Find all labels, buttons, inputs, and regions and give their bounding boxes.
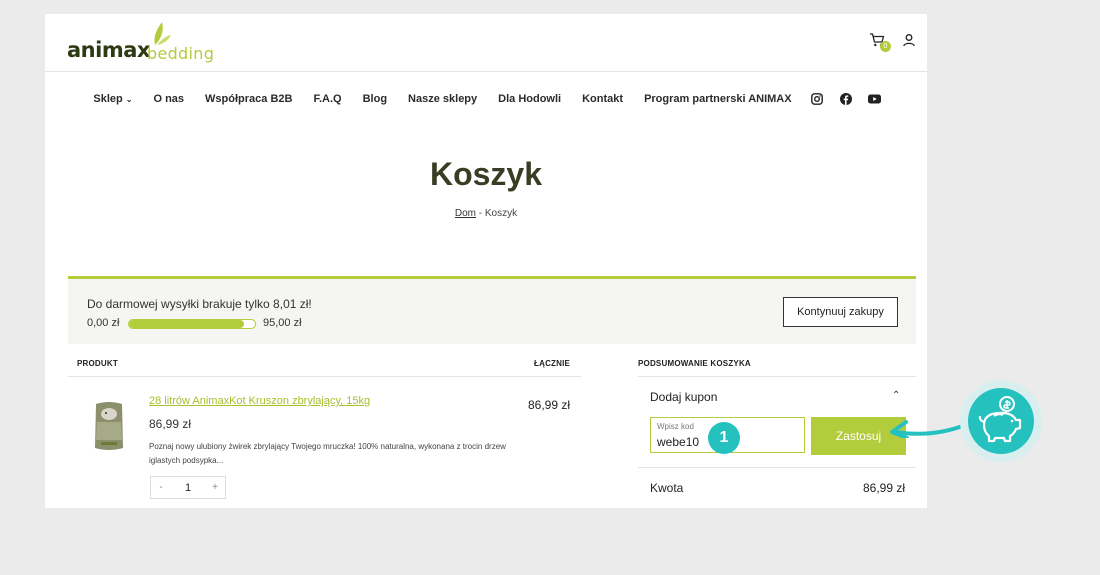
nav-label: Sklep [93,93,123,105]
page: animax bedding 0 Sklep ⌄ O nas Współpraca… [45,14,927,508]
piggy-bank-circle [968,388,1034,454]
coupon-toggle-label[interactable]: Dodaj kupon [650,390,717,404]
product-price: 86,99 zł [149,417,192,431]
logo-sub-text: bedding [147,44,215,63]
breadcrumb: Dom - Koszyk [45,208,927,219]
shipping-progress-fill [129,320,245,328]
free-shipping-box: Do darmowej wysyłki brakuje tylko 8,01 z… [68,276,916,344]
piggy-bank-icon [978,396,1022,443]
product-description: Poznaj nowy ulubiony żwirek zbrylający T… [149,442,506,465]
instagram-icon[interactable] [810,93,823,106]
summary-heading: PODSUMOWANIE KOSZYKA [638,359,751,368]
piggy-bank-badge [960,380,1042,462]
divider [638,467,916,468]
cart-count-badge: 0 [880,41,891,52]
nav-item-o-nas[interactable]: O nas [153,93,184,105]
main-nav: Sklep ⌄ O nas Współpraca B2B F.A.Q Blog N… [45,90,927,108]
account-button[interactable] [902,33,916,47]
free-shipping-message: Do darmowej wysyłki brakuje tylko 8,01 z… [87,297,312,311]
nav-item-dla-hodowli[interactable]: Dla Hodowli [498,93,561,105]
user-icon [903,34,915,47]
product-name-link[interactable]: 28 litrów AnimaxKot Kruszon zbrylający, … [149,395,370,407]
facebook-icon[interactable] [839,93,852,106]
nav-item-b2b[interactable]: Współpraca B2B [205,93,292,105]
step-marker: 1 [708,422,740,454]
youtube-icon[interactable] [868,93,882,106]
shipping-progress-start: 0,00 zł [87,317,120,329]
arrow-icon [890,420,970,438]
site-header: animax bedding 0 [45,14,927,72]
quantity-input[interactable]: 1 [171,482,205,494]
coupon-field-label: Wpisz kod [657,422,694,431]
continue-shopping-button[interactable]: Kontynuuj zakupy [783,297,898,327]
chevron-up-icon[interactable]: ⌃ [892,390,900,401]
nav-item-blog[interactable]: Blog [363,93,387,105]
product-image[interactable] [92,400,126,452]
logo-main-text: animax [67,38,150,62]
nav-item-sklep[interactable]: Sklep ⌄ [93,93,132,105]
quantity-decrease-button[interactable]: - [151,482,171,493]
page-title: Koszyk [429,156,543,192]
leaf-icon [154,22,171,45]
nav-item-program-partnerski[interactable]: Program partnerski ANIMAX [644,93,792,105]
coupon-field-value: webe10 [657,435,700,449]
divider [68,376,581,377]
chevron-down-icon: ⌄ [125,94,133,104]
cart-button[interactable]: 0 [869,32,891,52]
nav-item-kontakt[interactable]: Kontakt [582,93,623,105]
quantity-increase-button[interactable]: + [205,482,225,493]
shipping-progress-bar [128,319,256,329]
column-header-product: PRODUKT [77,359,118,368]
nav-item-faq[interactable]: F.A.Q [313,93,341,105]
nav-item-nasze-sklepy[interactable]: Nasze sklepy [408,93,477,105]
breadcrumb-current: Koszyk [484,208,518,219]
breadcrumb-home-link[interactable]: Dom [455,208,476,219]
amount-value: 86,99 zł [862,481,905,495]
quantity-stepper: - 1 + [150,476,226,499]
amount-label: Kwota [650,481,684,495]
column-header-total: ŁĄCZNIE [534,359,571,368]
breadcrumb-separator: - [476,208,485,219]
shipping-progress-end: 95,00 zł [263,317,302,329]
product-line-total: 86,99 zł [527,398,570,412]
divider [638,376,916,377]
